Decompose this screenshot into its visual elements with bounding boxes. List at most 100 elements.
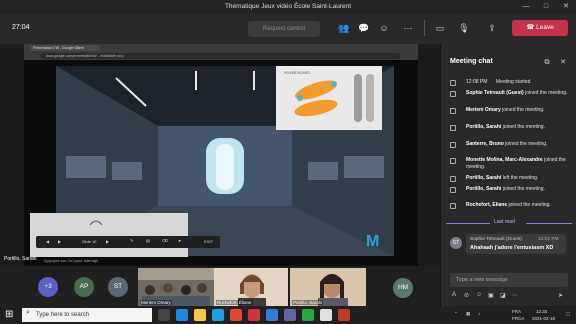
pointer-icon[interactable]: ➤ [178, 238, 181, 243]
share-icon[interactable]: ⇪ [484, 20, 500, 36]
notifications-icon[interactable]: ▢ [566, 311, 570, 317]
camera-icon[interactable]: ▭ [432, 20, 448, 36]
chat-author-avatar[interactable]: ST [450, 237, 462, 249]
prev-slide-icon[interactable]: ◀ [46, 239, 49, 244]
attach-icon[interactable]: ⊘ [464, 292, 469, 299]
message-text: Ahahaah j'adore l'entusiasm XD [470, 245, 554, 251]
chat-event: Meriem Omary joined the meeting. [450, 107, 572, 114]
volume-icon[interactable]: ♪ [478, 311, 480, 316]
format-icon[interactable]: A [452, 292, 456, 298]
event-text: joined the meeting. [502, 186, 545, 192]
task-view-icon[interactable] [158, 309, 170, 321]
close-chat-icon[interactable]: ✕ [558, 58, 568, 68]
play-icon[interactable]: ▶ [58, 239, 61, 244]
participant-video-tile[interactable]: Portillo, Sarahi [290, 268, 366, 306]
pen-icon[interactable]: ✎ [130, 238, 133, 243]
powerpoint-icon[interactable] [338, 309, 350, 321]
emoji-icon[interactable]: ☺ [476, 292, 482, 298]
slide-counter: Slide 16 [82, 239, 97, 244]
leave-button[interactable]: ☎ Leave [512, 20, 568, 36]
maximize-button[interactable]: □ [536, 0, 556, 14]
board-caption: HOVER BOARD [284, 71, 310, 75]
chat-event: Portillo, Sarahi joined the meeting. [450, 186, 572, 193]
chat-message[interactable]: Sophie Tetreault (Guest) 12:02 PM Ahahaa… [466, 234, 566, 254]
tile-name: Portillo, Sarahi [292, 300, 324, 305]
leave-icon [450, 176, 456, 182]
network-icon[interactable]: ▦ [466, 311, 470, 317]
taskbar-search-input[interactable]: Type here to search [22, 308, 152, 322]
input-locale[interactable]: FRCA [512, 316, 524, 321]
more-icon[interactable]: ⋯ [400, 20, 416, 36]
windows-start-icon[interactable]: ⊞ [5, 309, 17, 321]
join-icon [450, 108, 456, 114]
clock-time[interactable]: 12:35 [536, 309, 547, 314]
overflow-participants-button[interactable]: +3 [38, 277, 58, 297]
file-explorer-icon[interactable] [194, 309, 206, 321]
participant-avatar-st[interactable]: ST [108, 277, 128, 297]
event-time: 12:08 PM [466, 79, 488, 85]
join-icon [450, 125, 456, 131]
presenter-name: Portillo, Sarahi [4, 256, 37, 262]
sticker-icon[interactable]: ◪ [500, 292, 506, 299]
app-icon[interactable] [230, 309, 242, 321]
join-icon [450, 91, 456, 97]
join-icon [450, 158, 456, 164]
event-text: joined the meeting. [505, 141, 548, 147]
tray-up-icon[interactable]: ⌃ [454, 311, 458, 317]
sword-illustration [38, 220, 180, 245]
browser-tab[interactable]: Présentation TW - Google Slides [30, 45, 100, 51]
event-text: joined the meeting. [508, 202, 551, 208]
chat-icon[interactable]: 💬 [356, 20, 372, 36]
input-language[interactable]: FRA [512, 309, 521, 314]
event-name: Portillo, Sarahi [466, 186, 502, 192]
teams-icon[interactable] [284, 309, 296, 321]
join-icon [450, 142, 456, 148]
caption-hint: Appuyez sur Ctrl pour interagir [44, 258, 99, 263]
clock-date[interactable]: 2021-02-18 [532, 316, 555, 321]
event-name: Sophie Tetreault (Guest) [466, 90, 524, 96]
popout-icon[interactable]: ⧉ [542, 58, 552, 68]
slide-brand-logo: M [366, 233, 379, 250]
next-slide-icon[interactable]: ▶ [106, 239, 109, 244]
exit-slideshow-button[interactable]: EXIT [204, 239, 213, 244]
slide-controls-bar: ◀ ▶ Slide 16 ▶ ✎ ▤ ⌫ ➤ EXIT [36, 236, 220, 248]
close-window-button[interactable]: ✕ [556, 0, 576, 14]
people-icon[interactable]: 👥 [336, 20, 352, 36]
app-icon[interactable] [248, 309, 260, 321]
word-icon[interactable] [266, 309, 278, 321]
store-icon[interactable] [212, 309, 224, 321]
address-bar[interactable]: docs.google.com/presentation/d/…/edit#sl… [40, 53, 400, 59]
participant-avatar-hm[interactable]: HM [393, 278, 413, 298]
event-text: left the meeting. [502, 175, 539, 181]
highlighter-icon[interactable]: ▤ [146, 238, 150, 243]
event-text: joined the meeting. [502, 107, 545, 113]
event-text: joined the meeting. [525, 90, 568, 96]
participant-video-tile[interactable]: Meriem Omary [138, 268, 214, 306]
more-options-icon[interactable]: ⋯ [512, 292, 518, 299]
participant-video-tile[interactable]: Rochefort, Éliane [214, 268, 288, 306]
window-title: Thématique Jeux vidéo École Saint-Lauren… [224, 3, 352, 10]
send-icon[interactable]: ➤ [558, 292, 563, 299]
tile-name: Rochefort, Éliane [216, 300, 253, 305]
participant-avatar-ap[interactable]: AP [74, 277, 94, 297]
hoverboard-illustration [294, 74, 374, 122]
event-name: Portillo, Sarahi [466, 175, 502, 181]
minimize-button[interactable]: — [516, 0, 536, 14]
chat-event: Monette Molina, Marc-Alexandre joined th… [450, 157, 572, 170]
edge-icon[interactable] [176, 309, 188, 321]
event-name: Portillo, Sarahi [466, 124, 502, 130]
phone-icon: ☎ [526, 24, 537, 31]
mic-icon[interactable]: 🎙 [456, 20, 472, 36]
compose-message-input[interactable]: Type a new message [450, 273, 568, 287]
chat-title: Meeting chat [450, 58, 493, 65]
request-control-button[interactable]: Request control [248, 21, 320, 37]
search-icon: ⌕ [26, 309, 30, 316]
chat-event: Rochefort, Eliane joined the meeting. [450, 202, 572, 209]
event-text: joined the meeting. [502, 124, 545, 130]
chrome-icon[interactable] [320, 309, 332, 321]
eraser-icon[interactable]: ⌫ [162, 238, 168, 243]
chat-event: Santerre, Bruno joined the meeting. [450, 141, 572, 148]
app-icon[interactable] [302, 309, 314, 321]
gif-icon[interactable]: ▣ [488, 292, 494, 299]
reactions-icon[interactable]: ☺ [376, 20, 392, 36]
